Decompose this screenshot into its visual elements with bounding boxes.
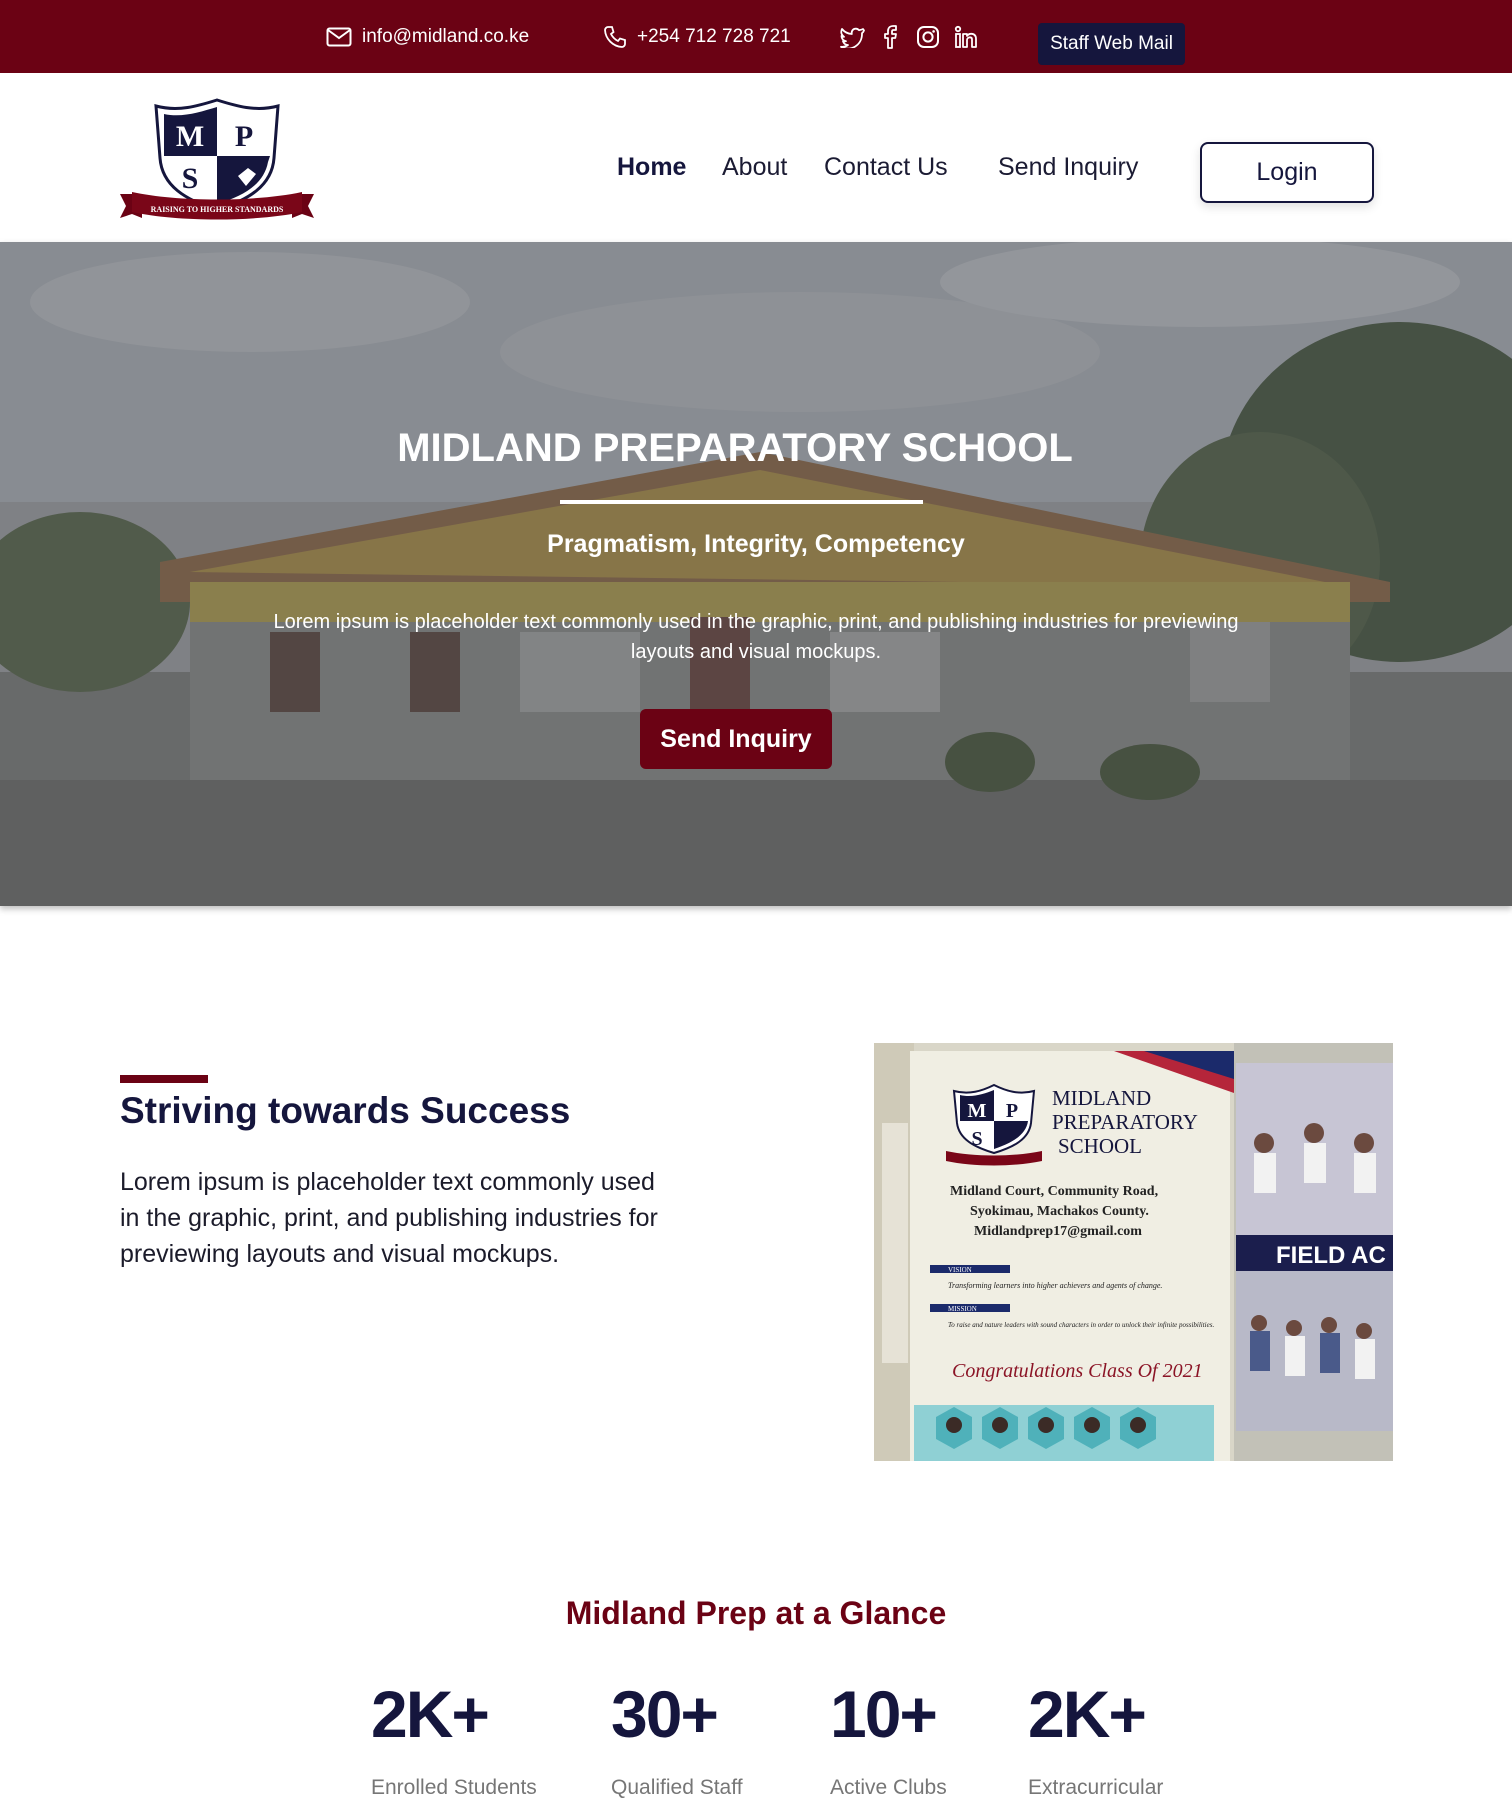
instagram-icon[interactable]: [914, 23, 942, 51]
about-text: Lorem ipsum is placeholder text commonly…: [120, 1168, 658, 1268]
banner-mission-label: MISSION: [948, 1305, 977, 1313]
site-header: M P S RAISING TO HIGHER STANDARDS Home A…: [0, 73, 1512, 242]
stat-extracurricular: 2K+ Extracurricular: [1028, 1670, 1163, 1800]
stat-label: Extracurricular: [1028, 1776, 1164, 1799]
svg-text:S: S: [971, 1128, 982, 1150]
stat-qualified-staff: 30+ Qualified Staff: [611, 1670, 743, 1800]
logo-letter-m: M: [176, 120, 204, 153]
hero-divider: [560, 500, 923, 504]
phone-text: +254 712 728 721: [637, 25, 791, 47]
nav-contact-us[interactable]: Contact Us: [824, 153, 948, 182]
social-links: [838, 0, 980, 73]
banner-vision-text: Transforming learners into higher achiev…: [948, 1281, 1162, 1290]
logo-ribbon-text: RAISING TO HIGHER STANDARDS: [151, 205, 284, 214]
stat-label: Enrolled Students: [371, 1776, 537, 1799]
stat-value: 2K+: [371, 1677, 490, 1751]
login-button[interactable]: Login: [1200, 142, 1374, 203]
stat-label: Qualified Staff: [611, 1776, 743, 1799]
banner-address-3: Midlandprep17@gmail.com: [974, 1224, 1142, 1239]
banner-vision-label: VISION: [948, 1266, 972, 1274]
logo-letter-p: P: [235, 120, 253, 153]
phone-icon: [604, 25, 626, 48]
mail-icon: [326, 27, 352, 46]
section-accent-bar: [120, 1075, 208, 1083]
nav-home[interactable]: Home: [617, 153, 686, 182]
banner-field-label: FIELD AC: [1276, 1242, 1386, 1269]
facebook-icon[interactable]: [876, 23, 904, 51]
banner-school-name-3: SCHOOL: [1058, 1134, 1142, 1158]
glance-title: Midland Prep at a Glance: [565, 1595, 947, 1631]
svg-text:M: M: [968, 1100, 987, 1122]
email-link[interactable]: info@midland.co.ke: [326, 0, 529, 73]
school-logo[interactable]: M P S RAISING TO HIGHER STANDARDS: [118, 98, 316, 226]
stat-enrolled-students: 2K+ Enrolled Students: [371, 1670, 537, 1800]
banner-address-1: Midland Court, Community Road,: [950, 1184, 1158, 1199]
hero-title: MIDLAND PREPARATORY SCHOOL: [397, 426, 1073, 470]
stat-active-clubs: 10+ Active Clubs: [830, 1670, 947, 1800]
school-banner-photo: M P S MIDLAND PREPARATORY SCHOOL Midland…: [874, 1043, 1393, 1461]
nav-send-inquiry[interactable]: Send Inquiry: [998, 153, 1138, 182]
stat-value: 10+: [830, 1677, 938, 1751]
staff-web-mail-button[interactable]: Staff Web Mail: [1038, 23, 1185, 65]
stat-value: 30+: [611, 1677, 719, 1751]
hero-section: MIDLAND PREPARATORY SCHOOL Pragmatism, I…: [0, 242, 1512, 906]
banner-mission-text: To raise and nature leaders with sound c…: [948, 1321, 1214, 1329]
twitter-icon[interactable]: [838, 23, 866, 51]
hero-description: Lorem ipsum is placeholder text commonly…: [273, 611, 1239, 663]
phone-link[interactable]: +254 712 728 721: [603, 0, 791, 73]
logo-letter-s: S: [182, 162, 199, 195]
top-bar: info@midland.co.ke +254 712 728 721 Staf…: [0, 0, 1512, 73]
banner-school-name-1: MIDLAND: [1052, 1086, 1151, 1110]
svg-text:P: P: [1006, 1100, 1018, 1122]
linkedin-icon[interactable]: [952, 23, 980, 51]
email-text: info@midland.co.ke: [362, 25, 530, 47]
hero-motto: Pragmatism, Integrity, Competency: [547, 530, 965, 558]
stat-label: Active Clubs: [830, 1776, 947, 1799]
stat-value: 2K+: [1028, 1677, 1147, 1751]
hero-send-inquiry-button[interactable]: Send Inquiry: [640, 709, 832, 769]
nav-about[interactable]: About: [722, 153, 787, 182]
banner-congrats: Congratulations Class Of 2021: [952, 1360, 1203, 1382]
about-title: Striving towards Success: [120, 1090, 571, 1131]
hero-school-photo: [0, 242, 1512, 906]
banner-school-name-2: PREPARATORY: [1052, 1110, 1198, 1134]
banner-address-2: Syokimau, Machakos County.: [970, 1204, 1149, 1219]
